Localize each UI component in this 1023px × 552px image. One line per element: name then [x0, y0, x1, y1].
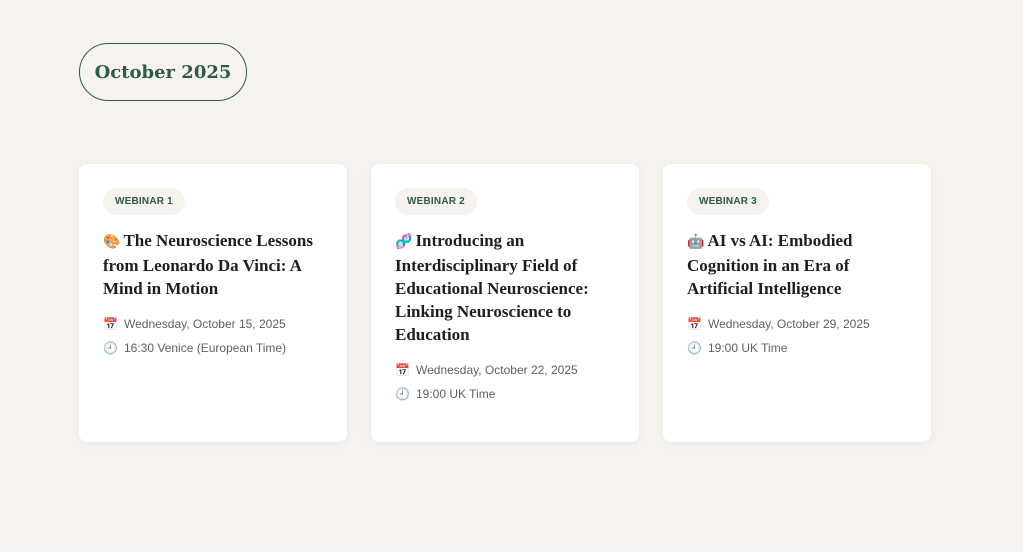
webinar-title-text: Introducing an Interdisciplinary Field o…: [395, 231, 589, 344]
webinar-meta: 📅 Wednesday, October 29, 2025 🕘 19:00 UK…: [687, 312, 909, 360]
webinar-meta: 📅 Wednesday, October 15, 2025 🕘 16:30 Ve…: [103, 312, 325, 360]
webinar-time: 🕘 16:30 Venice (European Time): [103, 336, 325, 360]
webinar-date: 📅 Wednesday, October 15, 2025: [103, 312, 325, 336]
robot-icon: 🤖: [687, 234, 705, 250]
webinar-title: 🎨 The Neuroscience Lessons from Leonardo …: [103, 229, 325, 300]
webinar-card[interactable]: WEBINAR 1 🎨 The Neuroscience Lessons from…: [79, 164, 347, 442]
webinar-title-text: AI vs AI: Embodied Cognition in an Era o…: [687, 231, 853, 298]
webinar-badge: WEBINAR 1: [103, 188, 185, 215]
clock-icon: 🕘: [687, 341, 702, 355]
webinar-card[interactable]: WEBINAR 2 🧬 Introducing an Interdisciplin…: [371, 164, 639, 442]
month-filter-pill[interactable]: October 2025: [79, 43, 247, 101]
webinar-time-text: 16:30 Venice (European Time): [124, 341, 287, 355]
webinar-date-text: Wednesday, October 15, 2025: [124, 317, 286, 331]
webinar-cards: WEBINAR 1 🎨 The Neuroscience Lessons from…: [79, 164, 931, 442]
calendar-icon: 📅: [687, 317, 702, 331]
webinar-date: 📅 Wednesday, October 22, 2025: [395, 358, 617, 382]
webinar-badge: WEBINAR 3: [687, 188, 769, 215]
webinar-date-text: Wednesday, October 22, 2025: [416, 363, 578, 377]
webinar-title: 🧬 Introducing an Interdisciplinary Field …: [395, 229, 617, 346]
calendar-icon: 📅: [103, 317, 118, 331]
webinar-meta: 📅 Wednesday, October 22, 2025 🕘 19:00 UK…: [395, 358, 617, 406]
webinar-card[interactable]: WEBINAR 3 🤖 AI vs AI: Embodied Cognition …: [663, 164, 931, 442]
webinar-title-text: The Neuroscience Lessons from Leonardo D…: [103, 231, 313, 298]
webinar-time-text: 19:00 UK Time: [708, 341, 788, 355]
webinar-time: 🕘 19:00 UK Time: [687, 336, 909, 360]
webinar-time-text: 19:00 UK Time: [416, 387, 496, 401]
webinar-time: 🕘 19:00 UK Time: [395, 382, 617, 406]
webinar-date: 📅 Wednesday, October 29, 2025: [687, 312, 909, 336]
calendar-icon: 📅: [395, 363, 410, 377]
clock-icon: 🕘: [395, 387, 410, 401]
webinar-title: 🤖 AI vs AI: Embodied Cognition in an Era …: [687, 229, 909, 300]
clock-icon: 🕘: [103, 341, 118, 355]
webinar-date-text: Wednesday, October 29, 2025: [708, 317, 870, 331]
webinar-badge: WEBINAR 2: [395, 188, 477, 215]
dna-icon: 🧬: [395, 234, 413, 250]
palette-icon: 🎨: [103, 234, 121, 250]
